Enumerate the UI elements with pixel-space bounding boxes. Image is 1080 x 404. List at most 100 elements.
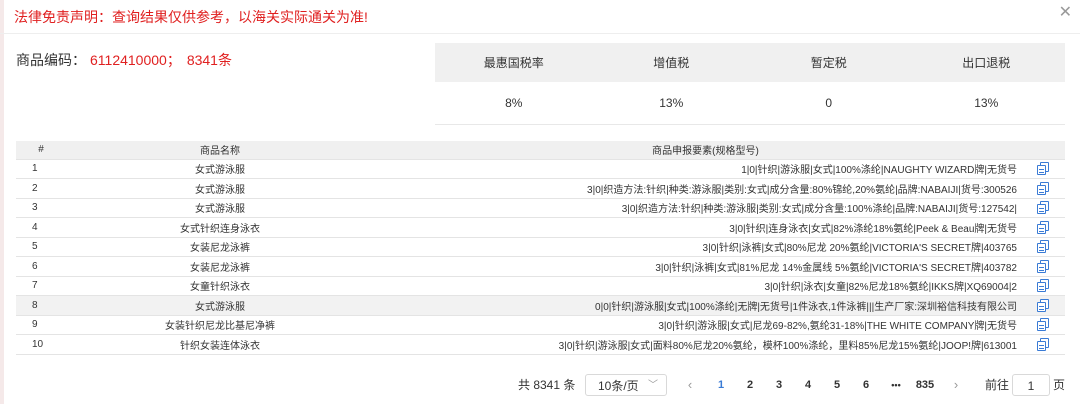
copy-icon[interactable]	[1037, 279, 1049, 293]
row-spec: 3|0|针织|连身泳衣|女式|82%涤纶18%氨纶|Peek & Beau牌|无…	[390, 217, 1021, 237]
goto-unit: 页	[1053, 378, 1066, 392]
goods-table: # 商品名称 商品申报要素(规格型号) 1 女式游泳服 1|0|针织|游泳服|女式|…	[16, 141, 1065, 355]
row-num: 8	[16, 295, 50, 315]
row-product-name: 女式游泳服	[50, 178, 390, 198]
table-row: 4 女式针织连身泳衣 3|0|针织|连身泳衣|女式|82%涤纶18%氨纶|Peek …	[16, 217, 1065, 237]
row-spec: 3|0|针织|游泳服|女式|面料80%尼龙20%氨纶，模杯100%涤纶，里料85…	[390, 334, 1021, 355]
copy-icon[interactable]	[1037, 181, 1049, 195]
page-3[interactable]: 3	[772, 374, 786, 396]
row-action	[1021, 158, 1065, 179]
row-action	[1021, 197, 1065, 218]
row-product-name: 女式游泳服	[50, 197, 390, 218]
copy-icon[interactable]	[1037, 240, 1049, 254]
copy-icon[interactable]	[1037, 259, 1049, 273]
table-row: 6 女装尼龙泳裤 3|0|针织|泳裤|女式|81%尼龙 14%金属线 5%氨纶|VI…	[16, 256, 1065, 276]
tax-header-mfn: 最惠国税率	[435, 43, 593, 82]
prev-page-icon[interactable]: ‹	[684, 374, 696, 396]
table-row: 10 针织女装连体泳衣 3|0|针织|游泳服|女式|面料80%尼龙20%氨纶，模杯1…	[16, 334, 1065, 355]
row-num: 1	[16, 158, 50, 179]
disclaimer-text: 法律免责声明：查询结果仅供参考，以海关实际通关为准!	[14, 9, 368, 25]
row-action	[1021, 295, 1065, 315]
row-num: 3	[16, 197, 50, 218]
row-spec: 3|0|织造方法:针织|种类:游泳服|类别:女式|成分含量:100%涤纶|品牌:…	[390, 197, 1021, 218]
table-row: 2 女式游泳服 3|0|织造方法:针织|种类:游泳服|类别:女式|成分含量:80%锦…	[16, 178, 1065, 198]
header-divider	[0, 33, 1080, 34]
goods-table-header: # 商品名称 商品申报要素(规格型号)	[16, 141, 1065, 159]
row-product-name: 女式针织连身泳衣	[50, 217, 390, 237]
header-spec: 商品申报要素(规格型号)	[390, 141, 1021, 159]
tax-value-vat: 13%	[592, 82, 750, 125]
pagination: 共 8341 条 10条/页 ﹀ ‹ 1 2 3 4 5 6 ••• 835 ›…	[0, 374, 1080, 396]
row-product-name: 女式游泳服	[50, 158, 390, 179]
header-name: 商品名称	[50, 141, 390, 159]
row-num: 6	[16, 256, 50, 276]
table-row: 7 女童针织泳衣 3|0|针织|泳衣|女童|82%尼龙18%氨纶|IKKS牌|XQ6…	[16, 275, 1065, 296]
row-product-name: 针织女装连体泳衣	[50, 334, 390, 355]
goto-label: 前往	[985, 378, 1010, 392]
copy-icon[interactable]	[1037, 162, 1049, 176]
page-ellipsis[interactable]: •••	[886, 374, 906, 396]
copy-icon[interactable]	[1037, 337, 1049, 351]
pagination-total: 共 8341 条	[518, 378, 576, 392]
table-row: 3 女式游泳服 3|0|织造方法:针织|种类:游泳服|类别:女式|成分含量:100%…	[16, 197, 1065, 218]
row-product-name: 女装针织尼龙比基尼净裤	[50, 314, 390, 335]
product-record-count: 8341条	[186, 52, 232, 68]
tax-value-provisional: 0	[750, 82, 908, 125]
row-num: 2	[16, 178, 50, 198]
row-num: 10	[16, 334, 50, 355]
product-code-label: 商品编码：	[16, 52, 86, 68]
copy-icon[interactable]	[1037, 298, 1049, 312]
row-action	[1021, 236, 1065, 257]
product-code-line: 商品编码： 6112410000； 8341条	[16, 50, 232, 70]
row-spec: 1|0|针织|游泳服|女式|100%涤纶|NAUGHTY WIZARD牌|无货号	[390, 158, 1021, 179]
tax-value-mfn: 8%	[435, 82, 593, 125]
disclaimer-bar: 法律免责声明：查询结果仅供参考，以海关实际通关为准!	[14, 5, 1066, 29]
row-spec: 3|0|织造方法:针织|种类:游泳服|类别:女式|成分含量:80%锦纶,20%氨…	[390, 178, 1021, 198]
header-num: #	[16, 141, 50, 159]
row-num: 9	[16, 314, 50, 335]
copy-icon[interactable]	[1037, 220, 1049, 234]
table-row: 1 女式游泳服 1|0|针织|游泳服|女式|100%涤纶|NAUGHTY WIZAR…	[16, 158, 1065, 179]
row-action	[1021, 217, 1065, 237]
row-action	[1021, 178, 1065, 198]
page-5[interactable]: 5	[830, 374, 844, 396]
row-spec: 3|0|针织|泳裤|女式|81%尼龙 14%金属线 5%氨纶|VICTORIA'…	[390, 256, 1021, 276]
window-left-border	[0, 0, 4, 404]
row-product-name: 女童针织泳衣	[50, 275, 390, 296]
page-4[interactable]: 4	[801, 374, 815, 396]
row-product-name: 女式游泳服	[50, 295, 390, 315]
copy-icon[interactable]	[1037, 201, 1049, 215]
tax-header-provisional: 暂定税	[750, 43, 908, 82]
table-row: 5 女装尼龙泳裤 3|0|针织|泳裤|女式|80%尼龙 20%氨纶|VICTORIA…	[16, 236, 1065, 257]
chevron-down-icon: ﹀	[648, 380, 658, 391]
tax-rate-table: 最惠国税率 增值税 暂定税 出口退税 8% 13% 0 13%	[435, 43, 1065, 125]
row-num: 5	[16, 236, 50, 257]
row-num: 4	[16, 217, 50, 237]
page-last[interactable]: 835	[912, 374, 938, 396]
row-product-name: 女装尼龙泳裤	[50, 256, 390, 276]
table-row: 8 女式游泳服 0|0|针织|游泳服|女式|100%涤纶|无牌|无货号|1件泳衣,1…	[16, 295, 1065, 315]
row-action	[1021, 256, 1065, 276]
row-spec: 3|0|针织|泳裤|女式|80%尼龙 20%氨纶|VICTORIA'S SECR…	[390, 236, 1021, 257]
page-1[interactable]: 1	[714, 374, 728, 396]
page-size-value: 10条/页	[598, 379, 639, 393]
page-size-select[interactable]: 10条/页 ﹀	[585, 374, 667, 396]
page-2[interactable]: 2	[743, 374, 757, 396]
copy-icon[interactable]	[1037, 318, 1049, 332]
tax-value-export-rebate: 13%	[907, 82, 1065, 125]
row-spec: 3|0|针织|游泳服|女式|尼龙69-82%,氨纶31-18%|THE WHIT…	[390, 314, 1021, 335]
goto-page-input[interactable]: 1	[1012, 374, 1050, 396]
row-spec: 0|0|针织|游泳服|女式|100%涤纶|无牌|无货号|1件泳衣,1件泳裤|||…	[390, 295, 1021, 315]
tax-header-export-rebate: 出口退税	[907, 43, 1065, 82]
row-spec: 3|0|针织|泳衣|女童|82%尼龙18%氨纶|IKKS牌|XQ69004|2	[390, 275, 1021, 296]
header-action	[1021, 141, 1065, 159]
page-6[interactable]: 6	[859, 374, 873, 396]
tax-header-vat: 增值税	[592, 43, 750, 82]
row-action	[1021, 275, 1065, 296]
table-row: 9 女装针织尼龙比基尼净裤 3|0|针织|游泳服|女式|尼龙69-82%,氨纶31-…	[16, 314, 1065, 335]
row-action	[1021, 334, 1065, 355]
close-icon[interactable]: ✕	[1059, 2, 1072, 22]
row-num: 7	[16, 275, 50, 296]
next-page-icon[interactable]: ›	[950, 374, 962, 396]
row-product-name: 女装尼龙泳裤	[50, 236, 390, 257]
